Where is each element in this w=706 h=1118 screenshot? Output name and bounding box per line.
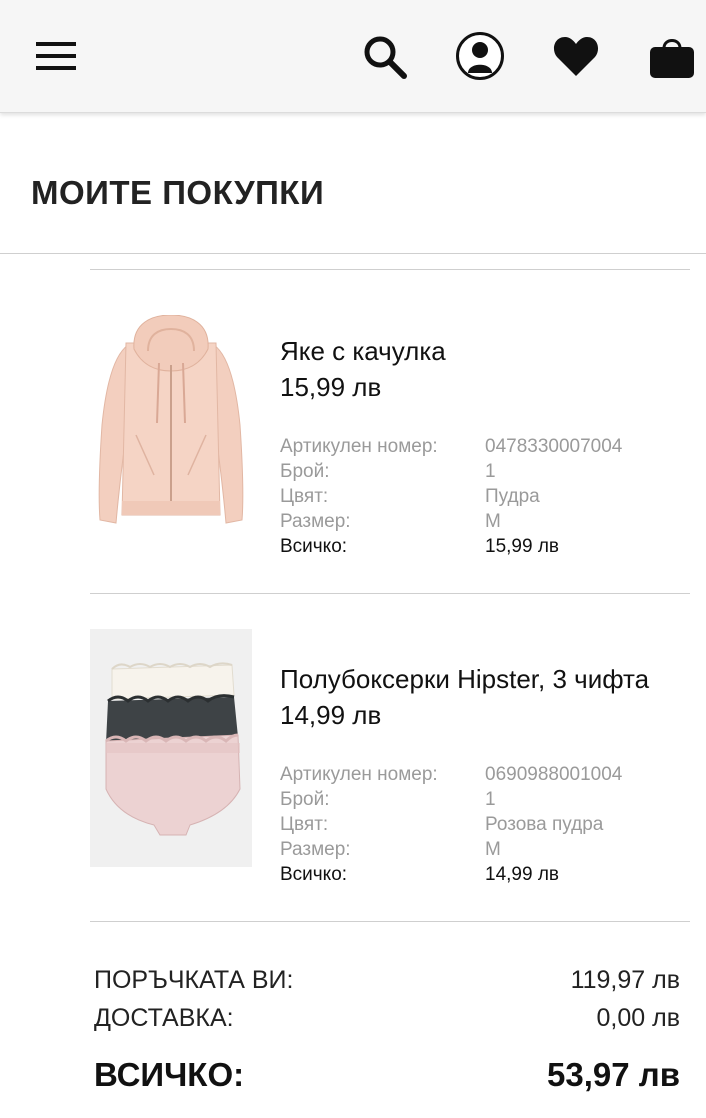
search-icon[interactable] <box>362 34 408 80</box>
color-label: Цвят: <box>280 486 329 507</box>
detail-row-total: Всичко: 15,99 лв <box>280 534 680 559</box>
size-value: M <box>485 511 501 532</box>
item-total-label: Всичко: <box>280 864 348 885</box>
item-total-label: Всичко: <box>280 536 348 557</box>
item-total-value: 14,99 лв <box>485 864 560 885</box>
size-label: Размер: <box>280 511 351 532</box>
page-title: МОИТЕ ПОКУПКИ <box>31 174 325 211</box>
article-number-value: 0690988001004 <box>485 764 623 785</box>
heart-icon[interactable] <box>552 34 600 78</box>
menu-icon[interactable] <box>36 40 76 72</box>
account-icon[interactable] <box>455 31 505 81</box>
title-divider <box>0 253 706 254</box>
top-navigation-bar <box>0 0 706 113</box>
delivery-label: ДОСТАВКА: <box>94 1004 234 1032</box>
quantity-value: 1 <box>485 461 496 482</box>
detail-row-article: Артикулен номер: 0478330007004 <box>280 434 680 459</box>
delivery-value: 0,00 лв <box>596 1004 680 1032</box>
detail-row-quantity: Брой: 1 <box>280 787 680 812</box>
size-label: Размер: <box>280 839 351 860</box>
item-divider <box>90 593 690 594</box>
article-number-label: Артикулен номер: <box>280 436 438 457</box>
article-number-label: Артикулен номер: <box>280 764 438 785</box>
briefs-image[interactable] <box>90 629 252 867</box>
color-value: Пудра <box>485 486 540 507</box>
product-price: 14,99 лв <box>280 700 382 730</box>
detail-row-color: Цвят: Пудра <box>280 484 680 509</box>
article-number-value: 0478330007004 <box>485 436 623 457</box>
color-label: Цвят: <box>280 814 329 835</box>
order-subtotal-value: 119,97 лв <box>570 966 680 994</box>
color-value: Розова пудра <box>485 814 604 835</box>
grand-total-value: 53,97 лв <box>547 1056 680 1093</box>
detail-row-quantity: Брой: 1 <box>280 459 680 484</box>
size-value: M <box>485 839 501 860</box>
product-details: Артикулен номер: 0690988001004 Брой: 1 Ц… <box>280 762 680 887</box>
quantity-label: Брой: <box>280 461 330 482</box>
detail-row-total: Всичко: 14,99 лв <box>280 862 680 887</box>
detail-row-article: Артикулен номер: 0690988001004 <box>280 762 680 787</box>
product-details: Артикулен номер: 0478330007004 Брой: 1 Ц… <box>280 434 680 559</box>
detail-row-size: Размер: M <box>280 509 680 534</box>
detail-row-size: Размер: M <box>280 837 680 862</box>
product-name[interactable]: Яке с качулка <box>280 336 446 367</box>
item-total-value: 15,99 лв <box>485 536 560 557</box>
hooded-jacket-image[interactable] <box>96 315 246 530</box>
order-subtotal-label: ПОРЪЧКАТА ВИ: <box>94 966 294 994</box>
detail-row-color: Цвят: Розова пудра <box>280 812 680 837</box>
grand-total-label: ВСИЧКО: <box>94 1056 245 1093</box>
list-top-divider <box>90 269 690 270</box>
summary-divider <box>90 921 690 922</box>
quantity-label: Брой: <box>280 789 330 810</box>
product-name[interactable]: Полубоксерки Hipster, 3 чифта <box>280 664 649 695</box>
product-price: 15,99 лв <box>280 372 382 402</box>
quantity-value: 1 <box>485 789 496 810</box>
shopping-bag-icon[interactable] <box>648 32 696 80</box>
